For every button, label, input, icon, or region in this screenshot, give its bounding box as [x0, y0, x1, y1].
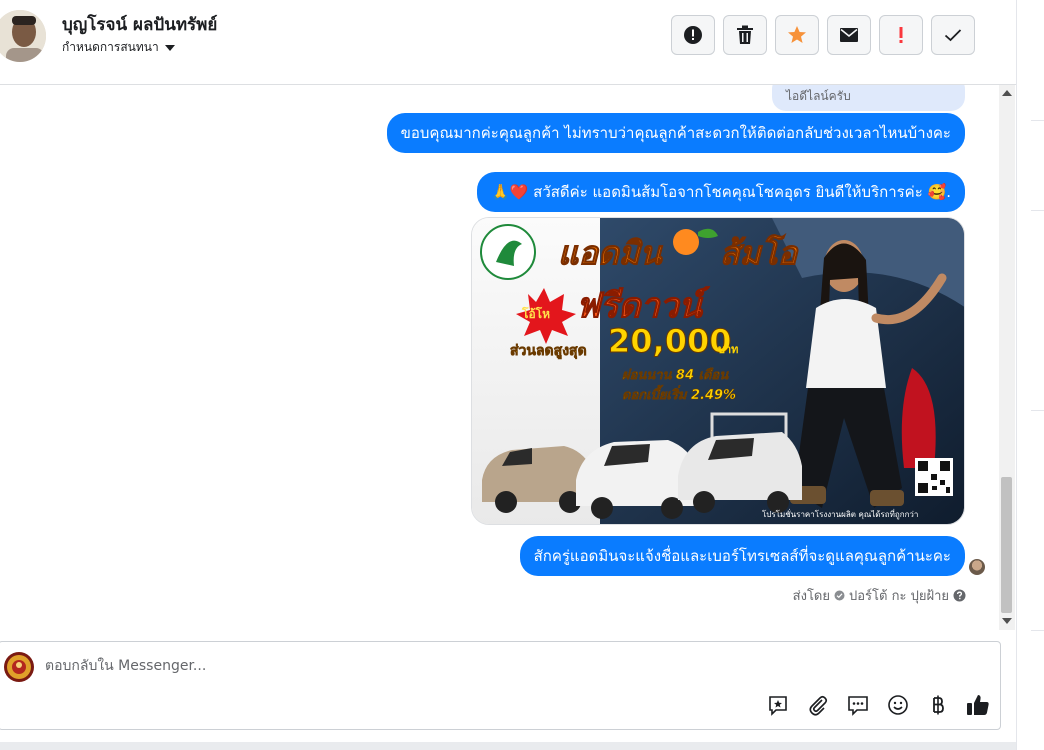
composer-toolbar	[766, 693, 990, 717]
promo-footer: โปรโมชั่นราคาโรงงานผลิต คุณได้รถที่ถูกกว…	[762, 510, 919, 519]
message-list: ไอดีไลน์ครับ ขอบคุณมากค่ะคุณลูกค้า ไม่ทร…	[0, 85, 1000, 630]
smiley-icon	[888, 695, 908, 715]
chat-bubble-dots-icon	[848, 696, 868, 716]
promo-image-message[interactable]: แอดมิน ส้มโอ โอ้โห ฟรีดาวน์ ส่วนลดสูงสุด…	[471, 217, 965, 525]
sent-by-info: ส่งโดย ปอร์โต้ กะ ปุยฝ้าย	[793, 585, 966, 606]
baht-currency-icon	[933, 695, 944, 715]
delete-action-button[interactable]	[723, 15, 767, 55]
envelope-icon	[840, 28, 858, 42]
emoji-button[interactable]	[886, 693, 910, 717]
contact-avatar[interactable]	[0, 10, 46, 62]
promo-interest: ดอกเบี้ยเริ่ม 2.49%	[622, 388, 737, 404]
message-bubble[interactable]: ขอบคุณมากค่ะคุณลูกค้า ไม่ทราบว่าคุณลูกค้…	[386, 113, 965, 153]
check-icon	[944, 29, 962, 42]
scroll-down-arrow-icon[interactable]	[1002, 618, 1012, 624]
paperclip-icon	[809, 695, 828, 716]
message-list-scrollbar[interactable]	[999, 85, 1015, 630]
saved-reply-button[interactable]	[766, 693, 790, 717]
thread-label-dropdown[interactable]: กำหนดการสนทนา	[62, 38, 175, 57]
scroll-up-arrow-icon[interactable]	[1002, 90, 1012, 96]
attach-file-button[interactable]	[806, 693, 830, 717]
reply-input[interactable]	[45, 654, 645, 678]
thread-actions	[671, 15, 975, 55]
scrollbar-thumb[interactable]	[1001, 477, 1012, 613]
promo-discount-label: ส่วนลดสูงสุด	[510, 343, 587, 360]
quick-replies-button[interactable]	[846, 693, 870, 717]
like-button[interactable]	[966, 693, 990, 717]
promo-installment: ผ่อนนาน 84 เดือน	[622, 368, 729, 384]
sent-by-name[interactable]: ปอร์โต้ กะ ปุยฝ้าย	[849, 585, 949, 606]
conversation-header: บุญโรจน์ ผลปันทรัพย์ กำหนดการสนทนา	[0, 0, 1016, 85]
thumbs-up-icon	[967, 695, 989, 715]
message-bubble[interactable]: 🙏❤️ สวัสดีค่ะ แอดมินส้มโอจากโชคคุณโชคอุด…	[477, 172, 965, 212]
seen-by-avatar	[969, 559, 985, 575]
promo-headline: แอดมิน	[558, 234, 663, 273]
promo-badge: โอ้โห	[522, 307, 551, 321]
payment-button[interactable]	[926, 693, 950, 717]
star-icon	[788, 26, 806, 43]
page-avatar	[4, 652, 34, 682]
exclamation-icon	[899, 27, 903, 43]
sent-by-label: ส่งโดย	[792, 589, 830, 604]
verified-check-icon	[834, 590, 845, 601]
chevron-down-icon	[164, 44, 175, 51]
previous-message-text: ไอดีไลน์ครับ	[786, 89, 851, 103]
mark-done-action-button[interactable]	[931, 15, 975, 55]
window-bottom-edge	[0, 742, 1016, 750]
promo-discount-value: 20,000	[607, 322, 732, 361]
previous-message-bubble: ไอดีไลน์ครับ	[772, 85, 965, 111]
promo-headline-2: ส้มโอ	[719, 234, 798, 273]
alert-action-button[interactable]	[671, 15, 715, 55]
saved-reply-icon	[769, 696, 787, 716]
thread-label-text: กำหนดการสนทนา	[62, 40, 159, 54]
promo-discount-unit: บาท	[718, 343, 739, 356]
reply-composer	[0, 641, 1001, 730]
contact-name[interactable]: บุญโรจน์ ผลปันทรัพย์	[62, 11, 217, 38]
star-action-button[interactable]	[775, 15, 819, 55]
trash-icon	[737, 25, 753, 44]
mark-unread-action-button[interactable]	[827, 15, 871, 55]
flag-spam-action-button[interactable]	[879, 15, 923, 55]
side-panel-edge	[1016, 0, 1044, 750]
alert-circle-icon	[684, 26, 702, 44]
orange-fruit-icon	[673, 229, 699, 255]
help-icon[interactable]	[953, 589, 966, 602]
message-bubble[interactable]: สักครู่แอดมินจะแจ้งชื่อและเบอร์โทรเซลส์ท…	[519, 536, 965, 576]
